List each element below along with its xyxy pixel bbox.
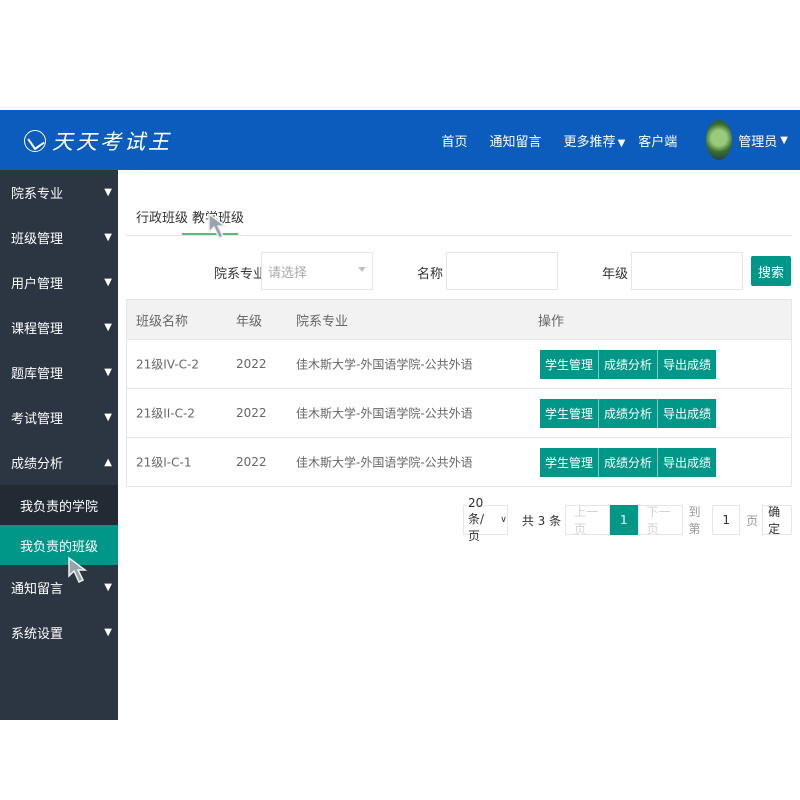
total-count: 共 3 条 <box>521 513 562 528</box>
score-analysis-button[interactable]: 成绩分析 <box>599 350 659 379</box>
dept-label: 院系专业 <box>214 267 267 282</box>
table-row: 21级IV-C-2 2022 佳木斯大学-外国语学院-公共外语 学生管理 成绩分… <box>127 339 791 388</box>
goto-confirm-button[interactable]: 确定 <box>762 505 792 536</box>
class-name-cell: 21级II-C-2 <box>136 406 196 421</box>
logo[interactable]: 天天考试王 <box>24 126 172 156</box>
nav-home[interactable]: 首页 <box>442 131 468 150</box>
column-header: 操作 <box>538 314 565 329</box>
class-name-cell: 21级I-C-1 <box>136 455 192 470</box>
sidebar-item-notices[interactable]: 通知留言 ▼ <box>0 565 118 610</box>
row-actions: 学生管理 成绩分析 导出成绩 <box>540 350 717 379</box>
sidebar-item-settings[interactable]: 系统设置 ▼ <box>0 610 118 655</box>
caret-down-icon: ▼ <box>104 582 112 593</box>
page-unit: 页 <box>746 513 759 528</box>
export-scores-button[interactable]: 导出成绩 <box>658 399 717 428</box>
row-actions: 学生管理 成绩分析 导出成绩 <box>540 448 717 477</box>
class-table: 班级名称 年级 院系专业 操作 21级IV-C-2 2022 佳木斯大学-外国语… <box>126 299 792 487</box>
caret-down-icon: ▼ <box>104 232 112 243</box>
next-page-button[interactable]: 下一页 <box>637 505 683 536</box>
caret-down-icon: ▼ <box>104 277 112 288</box>
sidebar-item-label: 考试管理 <box>11 412 64 427</box>
student-management-button[interactable]: 学生管理 <box>540 350 600 379</box>
column-header: 院系专业 <box>296 314 349 329</box>
chevron-down-icon: ∨ <box>500 515 507 525</box>
current-page[interactable]: 1 <box>609 505 638 535</box>
department-cell: 佳木斯大学-外国语学院-公共外语 <box>296 455 473 470</box>
student-management-button[interactable]: 学生管理 <box>540 448 600 477</box>
export-scores-button[interactable]: 导出成绩 <box>658 350 717 379</box>
grade-cell: 2022 <box>236 357 267 371</box>
caret-down-icon: ▼ <box>104 627 112 638</box>
sidebar-item-exams[interactable]: 考试管理 ▼ <box>0 395 118 440</box>
nav-client[interactable]: 客户端 <box>638 131 677 150</box>
caret-down-icon <box>358 267 366 272</box>
goto-page-input[interactable]: 1 <box>712 505 741 535</box>
sidebar-item-score-analysis[interactable]: 成绩分析 ▲ <box>0 440 118 485</box>
page-size-value: 20条/页 <box>468 496 485 543</box>
sidebar-item-label: 系统设置 <box>11 627 64 642</box>
table-row: 21级I-C-1 2022 佳木斯大学-外国语学院-公共外语 学生管理 成绩分析… <box>127 437 791 486</box>
table-header-row: 班级名称 年级 院系专业 操作 <box>127 300 791 339</box>
sidebar-item-label: 成绩分析 <box>11 457 64 472</box>
caret-up-icon: ▲ <box>104 457 112 468</box>
caret-down-icon: ▼ <box>104 322 112 333</box>
tab-admin-classes[interactable]: 行政班级 <box>136 207 188 226</box>
sidebar-item-label: 课程管理 <box>11 322 64 337</box>
sidebar-subitem-my-classes[interactable]: 我负责的班级 <box>0 525 118 565</box>
department-cell: 佳木斯大学-外国语学院-公共外语 <box>296 357 473 372</box>
sidebar-item-label: 班级管理 <box>11 232 64 247</box>
table-row: 21级II-C-2 2022 佳木斯大学-外国语学院-公共外语 学生管理 成绩分… <box>127 388 791 437</box>
grade-cell: 2022 <box>236 406 267 420</box>
caret-down-icon: ▼ <box>104 187 112 198</box>
sidebar-item-label: 题库管理 <box>11 367 64 382</box>
prev-page-button[interactable]: 上一页 <box>565 505 610 536</box>
sidebar-item-users[interactable]: 用户管理 ▼ <box>0 260 118 305</box>
column-header: 年级 <box>236 314 263 329</box>
dept-select[interactable]: 请选择 <box>261 252 373 290</box>
sidebar-item-departments[interactable]: 院系专业 ▼ <box>0 170 118 215</box>
name-input[interactable] <box>446 252 558 290</box>
grade-label: 年级 <box>602 267 629 282</box>
dept-select-placeholder: 请选择 <box>268 265 308 281</box>
grade-cell: 2022 <box>236 455 267 469</box>
app-window: 天天考试王 首页 通知留言 更多推荐 ▼ 客户端 管理员 ▼ 院系专业 ▼ 班级管理… <box>0 110 800 720</box>
top-header: 天天考试王 首页 通知留言 更多推荐 ▼ 客户端 管理员 ▼ <box>0 110 800 170</box>
page-size-select[interactable]: 20条/页 ∨ <box>463 496 508 543</box>
caret-down-icon: ▼ <box>104 367 112 378</box>
class-name-cell: 21级IV-C-2 <box>136 357 199 372</box>
column-header: 班级名称 <box>136 314 189 329</box>
caret-down-icon: ▼ <box>780 134 788 146</box>
nav-notices[interactable]: 通知留言 <box>490 131 542 150</box>
sidebar: 院系专业 ▼ 班级管理 ▼ 用户管理 ▼ 课程管理 ▼ 题库管理 ▼ 考试管理 ▼ 成绩分析… <box>0 170 118 720</box>
sidebar-item-courses[interactable]: 课程管理 ▼ <box>0 305 118 350</box>
goto-label: 到第 <box>688 505 701 536</box>
row-actions: 学生管理 成绩分析 导出成绩 <box>540 399 717 428</box>
filter-bar: 院系专业 请选择 名称 年级 搜索 <box>126 236 792 296</box>
score-analysis-button[interactable]: 成绩分析 <box>599 448 659 477</box>
name-label: 名称 <box>417 267 444 282</box>
nav-more-label: 更多推荐 <box>563 134 616 150</box>
pagination: 20条/页 ∨ 共 3 条 上一页 1 下一页 到第 1 页 确定 <box>463 496 792 543</box>
logo-text: 天天考试王 <box>52 130 172 154</box>
caret-down-icon: ▼ <box>104 412 112 423</box>
user-name: 管理员 <box>738 134 778 150</box>
score-analysis-button[interactable]: 成绩分析 <box>599 399 659 428</box>
sidebar-subitem-my-colleges[interactable]: 我负责的学院 <box>0 485 118 525</box>
logo-icon <box>24 130 46 152</box>
sidebar-item-classes[interactable]: 班级管理 ▼ <box>0 215 118 260</box>
user-menu[interactable]: 管理员 ▼ <box>706 120 788 160</box>
sidebar-item-question-bank[interactable]: 题库管理 ▼ <box>0 350 118 395</box>
export-scores-button[interactable]: 导出成绩 <box>658 448 717 477</box>
sidebar-item-label: 院系专业 <box>11 187 64 202</box>
sidebar-item-label: 通知留言 <box>11 582 64 597</box>
sidebar-item-label: 用户管理 <box>11 277 64 292</box>
top-nav: 首页 通知留言 更多推荐 ▼ 客户端 管理员 ▼ <box>431 110 800 170</box>
search-button[interactable]: 搜索 <box>751 256 791 286</box>
nav-more[interactable]: 更多推荐 ▼ <box>564 131 626 150</box>
caret-down-icon: ▼ <box>617 137 626 149</box>
avatar <box>706 120 733 160</box>
department-cell: 佳木斯大学-外国语学院-公共外语 <box>296 406 473 421</box>
student-management-button[interactable]: 学生管理 <box>540 399 600 428</box>
grade-input[interactable] <box>631 252 743 290</box>
